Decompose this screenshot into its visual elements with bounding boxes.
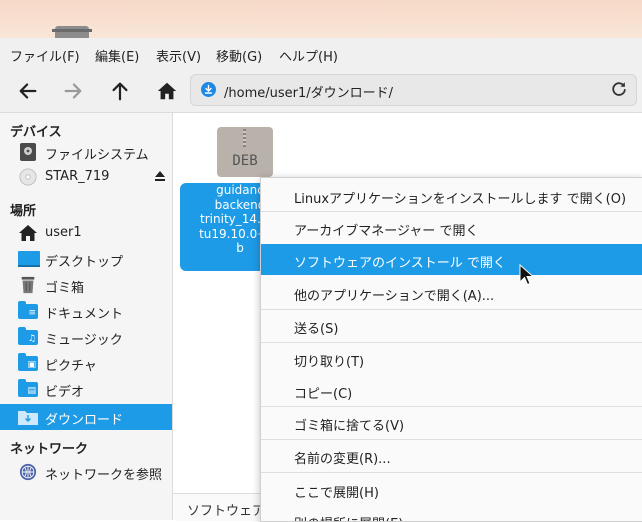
up-button[interactable] bbox=[107, 78, 133, 104]
sidebar-item-network[interactable]: ネットワークを参照 bbox=[0, 459, 172, 485]
home-button[interactable] bbox=[154, 78, 180, 104]
home-icon bbox=[18, 224, 38, 242]
ctx-copy[interactable]: コピー(C) bbox=[261, 377, 642, 405]
sidebar-item-desktop[interactable]: デスクトップ bbox=[0, 246, 172, 272]
menu-separator bbox=[261, 439, 642, 440]
sidebar-item-label: デスクトップ bbox=[45, 255, 124, 270]
deb-icon-label: DEB bbox=[232, 153, 258, 169]
sidebar-item-pictures[interactable]: ▣ ピクチャ bbox=[0, 350, 172, 376]
desktop-trash-icon[interactable] bbox=[52, 26, 92, 38]
sidebar-item-documents[interactable]: ≡ ドキュメント bbox=[0, 298, 172, 324]
sidebar-item-label: ファイルシステム bbox=[45, 148, 149, 163]
desktop-top-strip bbox=[0, 0, 642, 38]
sidebar-item-videos[interactable]: ▤ ビデオ bbox=[0, 376, 172, 402]
sidebar-item-star719[interactable]: STAR_719 bbox=[0, 164, 172, 190]
sidebar-item-label: user1 bbox=[45, 225, 82, 240]
sidebar: デバイス ファイルシステム STAR_719 場所 user1 デスクトップ ゴ… bbox=[0, 113, 173, 520]
sidebar-item-downloads[interactable]: ダウンロード bbox=[0, 404, 172, 430]
ctx-open-linux-installer[interactable]: Linuxアプリケーションをインストールします で開く(O) bbox=[261, 182, 642, 210]
sidebar-item-label: ピクチャ bbox=[45, 359, 97, 374]
network-heading: ネットワーク bbox=[10, 442, 89, 457]
sidebar-item-label: ドキュメント bbox=[45, 307, 124, 322]
zipper-icon bbox=[243, 129, 246, 147]
desktop-icon bbox=[18, 250, 40, 268]
arrow-up-icon bbox=[112, 82, 128, 101]
folder-documents-icon: ≡ bbox=[18, 301, 38, 319]
drive-icon bbox=[18, 143, 38, 161]
sidebar-item-label: ゴミ箱 bbox=[45, 281, 85, 296]
menu-separator bbox=[261, 342, 642, 343]
arrow-right-icon bbox=[64, 83, 82, 99]
reload-icon[interactable] bbox=[610, 80, 628, 102]
sidebar-item-label: ネットワークを参照 bbox=[45, 468, 163, 483]
eject-icon[interactable] bbox=[154, 170, 166, 186]
sidebar-item-filesystem[interactable]: ファイルシステム bbox=[0, 139, 172, 165]
mouse-pointer-icon bbox=[519, 263, 535, 286]
folder-pictures-icon: ▣ bbox=[18, 353, 38, 371]
folder-download-icon bbox=[18, 409, 38, 425]
menubar: ファイル(F) 編集(E) 表示(V) 移動(G) ヘルプ(H) bbox=[0, 38, 642, 68]
ctx-send-to[interactable]: 送る(S) bbox=[261, 312, 642, 340]
folder-music-icon: ♫ bbox=[18, 327, 38, 345]
menu-help[interactable]: ヘルプ(H) bbox=[279, 46, 338, 65]
status-text: ソフトウェア bbox=[187, 504, 266, 519]
ctx-open-with-other[interactable]: 他のアプリケーションで開く(A)... bbox=[261, 279, 642, 307]
sidebar-item-user1[interactable]: user1 bbox=[0, 220, 172, 246]
menu-file[interactable]: ファイル(F) bbox=[10, 46, 80, 65]
ctx-move-to-trash[interactable]: ゴミ箱に捨てる(V) bbox=[261, 409, 642, 437]
back-button[interactable] bbox=[15, 78, 41, 104]
ctx-open-archive-manager[interactable]: アーカイブマネージャー で開く bbox=[261, 214, 642, 242]
menu-edit[interactable]: 編集(E) bbox=[95, 46, 139, 65]
sidebar-item-label: ダウンロード bbox=[45, 413, 124, 428]
ctx-rename[interactable]: 名前の変更(R)... bbox=[261, 442, 642, 470]
location-path[interactable]: /home/user1/ダウンロード/ bbox=[224, 82, 393, 101]
context-menu: Linuxアプリケーションをインストールします で開く(O) アーカイブマネージ… bbox=[260, 177, 642, 522]
trash-icon bbox=[18, 276, 38, 294]
disc-icon bbox=[18, 168, 38, 186]
menu-separator bbox=[261, 309, 642, 310]
menu-separator bbox=[261, 211, 642, 212]
places-heading: 場所 bbox=[10, 204, 37, 219]
sidebar-item-label: ビデオ bbox=[45, 385, 85, 400]
sidebar-item-music[interactable]: ♫ ミュージック bbox=[0, 324, 172, 350]
menu-view[interactable]: 表示(V) bbox=[156, 46, 201, 65]
ctx-cut[interactable]: 切り取り(T) bbox=[261, 345, 642, 373]
toolbar: /home/user1/ダウンロード/ bbox=[0, 68, 642, 113]
ctx-extract-here[interactable]: ここで展開(H) bbox=[261, 476, 642, 504]
devices-heading: デバイス bbox=[10, 125, 62, 140]
sidebar-item-trash[interactable]: ゴミ箱 bbox=[0, 272, 172, 298]
sidebar-item-label: ミュージック bbox=[45, 333, 123, 348]
location-bar[interactable]: /home/user1/ダウンロード/ bbox=[190, 74, 637, 106]
network-icon bbox=[18, 463, 38, 481]
home-icon bbox=[157, 82, 177, 100]
menu-separator bbox=[261, 472, 642, 473]
sidebar-item-label: STAR_719 bbox=[45, 169, 110, 184]
ctx-open-software-install[interactable]: ソフトウェアのインストール で開く bbox=[261, 244, 642, 275]
download-location-icon bbox=[201, 82, 216, 97]
forward-button[interactable] bbox=[60, 78, 86, 104]
deb-package-icon[interactable]: DEB bbox=[217, 127, 273, 177]
menu-separator bbox=[261, 406, 642, 407]
arrow-left-icon bbox=[19, 83, 37, 99]
menu-go[interactable]: 移動(G) bbox=[216, 46, 262, 65]
folder-videos-icon: ▤ bbox=[18, 379, 38, 397]
